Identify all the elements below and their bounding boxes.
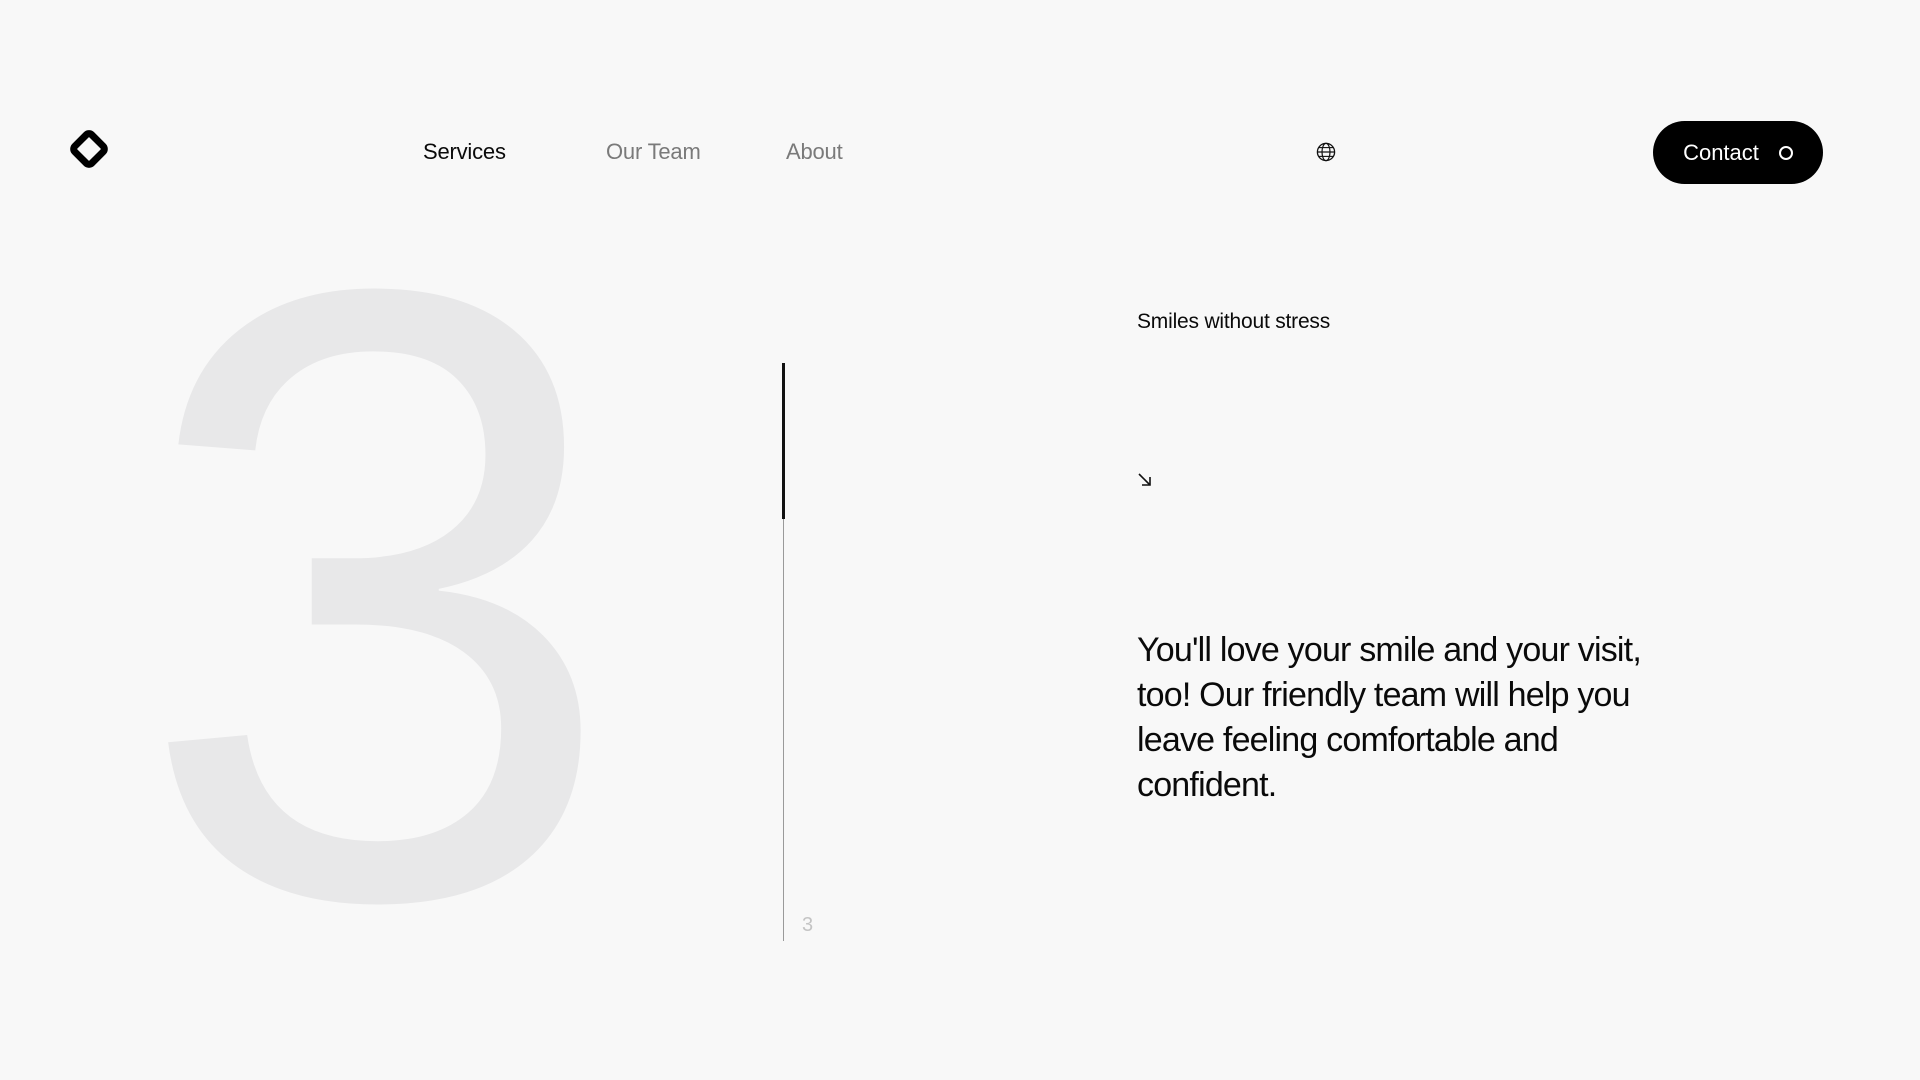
arrow-down-right-icon[interactable] [1137,472,1153,488]
slide-index: 3 [802,914,814,936]
contact-button-label: Contact [1683,139,1759,165]
page: Services Our Team About Contact 3 3 Smil… [0,0,1920,1080]
circle-icon [1778,145,1793,160]
nav-our-team[interactable]: Our Team [606,139,701,165]
section-eyebrow: Smiles without stress [1137,310,1331,333]
contact-button[interactable]: Contact [1653,121,1823,184]
globe-icon[interactable] [1316,142,1336,162]
headline: You'll love your smile and your visit, t… [1137,631,1642,804]
progress-fill [782,363,785,519]
diamond-logo-icon[interactable] [68,128,110,170]
nav-about[interactable]: About [786,139,843,165]
big-slide-number: 3 [135,109,619,1080]
